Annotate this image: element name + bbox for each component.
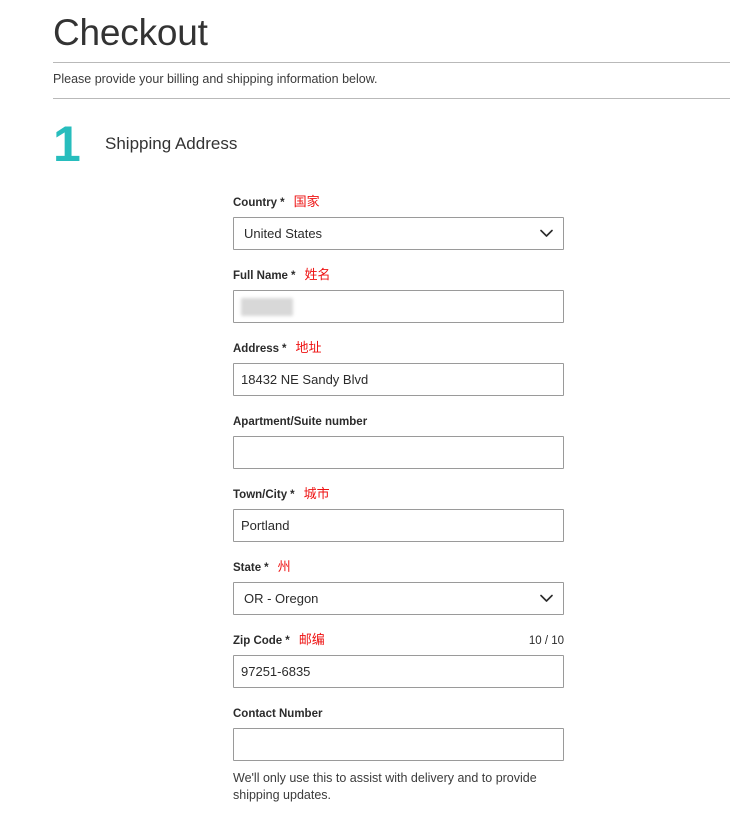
address-input-wrapper[interactable]: [233, 363, 564, 396]
shipping-address-form: Country * 国家 United States Full Name * 姓…: [53, 196, 730, 804]
checkout-page: Checkout Please provide your billing and…: [53, 0, 730, 823]
zip-code-annotation: 邮编: [299, 634, 325, 648]
contact-number-label: Contact Number: [233, 707, 322, 721]
page-title: Checkout: [53, 11, 730, 55]
label-group: Full Name * 姓名: [233, 269, 330, 283]
label-group: Town/City * 城市: [233, 488, 330, 502]
field-address: Address * 地址: [233, 342, 564, 396]
contact-number-input-wrapper[interactable]: [233, 728, 564, 761]
zip-code-character-counter: 10 / 10: [529, 634, 564, 648]
label-group: State * 州: [233, 561, 291, 575]
label-group: Apartment/Suite number: [233, 415, 379, 429]
field-label-row: Country * 国家: [233, 196, 564, 212]
field-label-row: Full Name * 姓名: [233, 269, 564, 285]
required-indicator: *: [291, 270, 295, 282]
field-label-row: Address * 地址: [233, 342, 564, 358]
address-annotation: 地址: [296, 342, 322, 356]
address-label: Address: [233, 342, 279, 356]
label-group: Address * 地址: [233, 342, 322, 356]
zip-code-input[interactable]: [234, 656, 563, 687]
state-label: State: [233, 561, 261, 575]
field-full-name: Full Name * 姓名: [233, 269, 564, 323]
field-state: State * 州 OR - Oregon: [233, 561, 564, 615]
town-city-input-wrapper[interactable]: [233, 509, 564, 542]
field-town-city: Town/City * 城市: [233, 488, 564, 542]
town-city-annotation: 城市: [304, 488, 330, 502]
field-contact-number: Contact Number We'll only use this to as…: [233, 707, 564, 804]
field-country: Country * 国家 United States: [233, 196, 564, 250]
field-label-row: Contact Number: [233, 707, 564, 723]
full-name-input-wrapper[interactable]: [233, 290, 564, 323]
page-subtitle: Please provide your billing and shipping…: [53, 63, 730, 87]
field-label-row: Zip Code * 邮编 10 / 10: [233, 634, 564, 650]
country-select[interactable]: United States: [233, 217, 564, 250]
apartment-suite-number-input[interactable]: [234, 437, 563, 468]
chevron-down-icon: [540, 229, 553, 238]
redacted-value-overlay: [241, 298, 293, 316]
required-indicator: *: [282, 343, 286, 355]
field-label-row: Town/City * 城市: [233, 488, 564, 504]
required-indicator: *: [290, 489, 294, 501]
town-city-label: Town/City: [233, 488, 287, 502]
state-annotation: 州: [278, 561, 291, 575]
contact-number-help-text: We'll only use this to assist with deliv…: [233, 770, 553, 804]
town-city-input[interactable]: [234, 510, 563, 541]
full-name-annotation: 姓名: [304, 269, 330, 283]
state-select[interactable]: OR - Oregon: [233, 582, 564, 615]
zip-code-input-wrapper[interactable]: [233, 655, 564, 688]
country-label: Country: [233, 196, 277, 210]
field-label-row: Apartment/Suite number: [233, 415, 564, 431]
divider-bottom: [53, 98, 730, 99]
step-title: Shipping Address: [105, 134, 237, 154]
field-apartment-suite-number: Apartment/Suite number: [233, 415, 564, 469]
apartment-suite-number-label: Apartment/Suite number: [233, 415, 367, 429]
chevron-down-icon: [540, 594, 553, 603]
label-group: Zip Code * 邮编: [233, 634, 325, 648]
zip-code-label: Zip Code: [233, 634, 282, 648]
country-annotation: 国家: [294, 196, 320, 210]
label-group: Country * 国家: [233, 196, 320, 210]
state-selected-value: OR - Oregon: [244, 583, 318, 614]
contact-number-input[interactable]: [234, 729, 563, 760]
full-name-label: Full Name: [233, 269, 288, 283]
required-indicator: *: [264, 562, 268, 574]
step-heading: 1 Shipping Address: [53, 118, 730, 170]
country-selected-value: United States: [244, 218, 322, 249]
label-group: Contact Number: [233, 707, 334, 721]
required-indicator: *: [280, 197, 284, 209]
required-indicator: *: [285, 635, 289, 647]
field-zip-code: Zip Code * 邮编 10 / 10: [233, 634, 564, 688]
field-label-row: State * 州: [233, 561, 564, 577]
step-number: 1: [53, 119, 103, 169]
address-input[interactable]: [234, 364, 563, 395]
apartment-suite-number-input-wrapper[interactable]: [233, 436, 564, 469]
